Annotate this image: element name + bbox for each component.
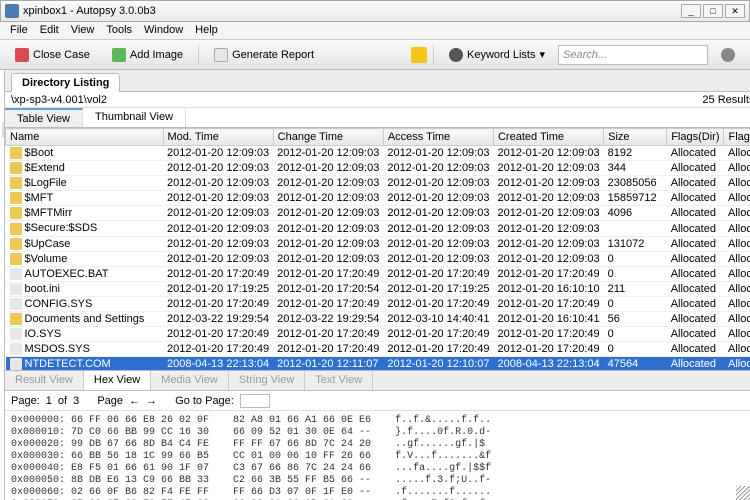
file-icon	[10, 313, 22, 325]
search-button[interactable]	[712, 44, 744, 66]
resize-grip[interactable]	[736, 486, 750, 500]
file-icon	[10, 358, 22, 370]
detail-panel: Result ViewHex ViewMedia ViewString View…	[5, 370, 750, 500]
file-icon	[10, 177, 22, 189]
listing-tabs: Directory Listing	[5, 70, 750, 92]
report-icon	[214, 48, 228, 62]
tab-directory-listing[interactable]: Directory Listing	[11, 73, 120, 92]
file-icon	[10, 298, 22, 310]
detail-tab[interactable]: Text View	[305, 371, 373, 390]
goto-page-input[interactable]	[240, 394, 270, 408]
column-header[interactable]: Size	[604, 129, 667, 146]
file-icon	[10, 207, 22, 219]
menu-window[interactable]: Window	[138, 22, 189, 39]
table-row[interactable]: NTDETECT.COM2008-04-13 22:13:042012-01-2…	[6, 357, 750, 370]
table-row[interactable]: $Volume2012-01-20 12:09:032012-01-20 12:…	[6, 251, 750, 266]
titlebar: xpinbox1 - Autopsy 3.0.0b3 _ □ ✕	[0, 0, 750, 22]
column-header[interactable]: Created Time	[493, 129, 603, 146]
file-icon	[10, 253, 22, 265]
file-icon	[10, 147, 22, 159]
path-text: \xp-sp3-v4.001\vol2	[11, 94, 107, 105]
file-icon	[10, 223, 22, 235]
close-button[interactable]: ✕	[725, 4, 745, 18]
table-row[interactable]: AUTOEXEC.BAT2012-01-20 17:20:492012-01-2…	[6, 266, 750, 281]
file-icon	[10, 192, 22, 204]
maximize-button[interactable]: □	[703, 4, 723, 18]
file-icon	[10, 268, 22, 280]
keyword-lists-button[interactable]: Keyword Lists ▾	[440, 44, 554, 66]
file-icon	[10, 343, 22, 355]
tree-item[interactable]: -Views	[2, 250, 4, 266]
table-row[interactable]: $MFT2012-01-20 12:09:032012-01-20 12:09:…	[6, 191, 750, 206]
menu-edit[interactable]: Edit	[34, 22, 65, 39]
search-input[interactable]: Search...	[558, 45, 708, 65]
table-row[interactable]: boot.ini2012-01-20 17:19:252012-01-20 17…	[6, 281, 750, 296]
column-header[interactable]: Flags(Dir)	[667, 129, 724, 146]
menubar: FileEditViewToolsWindowHelp	[0, 22, 750, 40]
column-header[interactable]: Mod. Time	[163, 129, 273, 146]
pager: Page: 1 of 3 Page ← → Go to Page:	[5, 391, 750, 411]
separator	[433, 45, 434, 65]
detail-tab[interactable]: Hex View	[84, 371, 151, 390]
detail-tab[interactable]: String View	[229, 371, 305, 390]
column-header[interactable]: Name	[6, 129, 164, 146]
detail-tab[interactable]: Result View	[5, 371, 84, 390]
table-row[interactable]: IO.SYS2012-01-20 17:20:492012-01-20 17:2…	[6, 327, 750, 342]
tree-item[interactable]: -Images	[2, 74, 4, 90]
view-tab[interactable]: Table View	[5, 108, 83, 127]
table-row[interactable]: $UpCase2012-01-20 12:09:032012-01-20 12:…	[6, 236, 750, 251]
window-controls: _ □ ✕	[681, 4, 745, 18]
hex-view[interactable]: 0x000000: 66 FF 06 66 E8 26 02 0F 82 A8 …	[5, 411, 750, 500]
menu-file[interactable]: File	[4, 22, 34, 39]
generate-report-button[interactable]: Generate Report	[205, 44, 323, 66]
file-icon	[10, 328, 22, 340]
table-row[interactable]: $LogFile2012-01-20 12:09:032012-01-20 12…	[6, 176, 750, 191]
view-tabs: Table ViewThumbnail View	[5, 108, 750, 128]
menu-help[interactable]: Help	[189, 22, 224, 39]
search-icon	[721, 48, 735, 62]
column-header[interactable]: Change Time	[273, 129, 383, 146]
add-image-button[interactable]: Add Image	[103, 44, 192, 66]
menu-view[interactable]: View	[65, 22, 101, 39]
tree-item[interactable]: -Results	[2, 474, 4, 490]
close-icon	[15, 48, 29, 62]
result-count: 25 Results	[702, 94, 750, 105]
detail-tab[interactable]: Media View	[151, 371, 229, 390]
table-row[interactable]: MSDOS.SYS2012-01-20 17:20:492012-01-20 1…	[6, 342, 750, 357]
file-icon	[10, 238, 22, 250]
separator	[198, 45, 199, 65]
view-tab[interactable]: Thumbnail View	[83, 108, 186, 127]
file-table-wrap[interactable]: NameMod. TimeChange TimeAccess TimeCreat…	[5, 128, 750, 370]
minimize-button[interactable]: _	[681, 4, 701, 18]
path-bar: \xp-sp3-v4.001\vol2 25 Results	[5, 92, 750, 108]
toolbar: Close Case Add Image Generate Report Key…	[0, 40, 750, 70]
chevron-down-icon: ▾	[539, 48, 545, 61]
menu-tools[interactable]: Tools	[100, 22, 138, 39]
column-header[interactable]: Flags	[724, 129, 750, 146]
close-case-button[interactable]: Close Case	[6, 44, 99, 66]
window-title: xpinbox1 - Autopsy 3.0.0b3	[23, 5, 156, 17]
table-row[interactable]: $Secure:$SDS2012-01-20 12:09:032012-01-2…	[6, 221, 750, 236]
next-page-icon[interactable]: →	[146, 395, 157, 407]
file-icon	[10, 162, 22, 174]
plus-icon	[112, 48, 126, 62]
column-header[interactable]: Access Time	[383, 129, 493, 146]
list-icon	[449, 48, 463, 62]
file-icon	[10, 283, 22, 295]
table-row[interactable]: $Extend2012-01-20 12:09:032012-01-20 12:…	[6, 161, 750, 176]
app-icon	[5, 4, 19, 18]
table-row[interactable]: Documents and Settings2012-03-22 19:29:5…	[6, 312, 750, 327]
table-row[interactable]: $MFTMirr2012-01-20 12:09:032012-01-20 12…	[6, 206, 750, 221]
detail-tabs: Result ViewHex ViewMedia ViewString View…	[5, 371, 750, 391]
table-row[interactable]: $Boot2012-01-20 12:09:032012-01-20 12:09…	[6, 146, 750, 161]
content-panel: Directory Listing \xp-sp3-v4.001\vol2 25…	[5, 70, 750, 500]
prev-page-icon[interactable]: ←	[129, 395, 140, 407]
table-row[interactable]: CONFIG.SYS2012-01-20 17:20:492012-01-20 …	[6, 296, 750, 311]
file-table: NameMod. TimeChange TimeAccess TimeCreat…	[5, 128, 750, 370]
warning-icon	[411, 47, 427, 63]
